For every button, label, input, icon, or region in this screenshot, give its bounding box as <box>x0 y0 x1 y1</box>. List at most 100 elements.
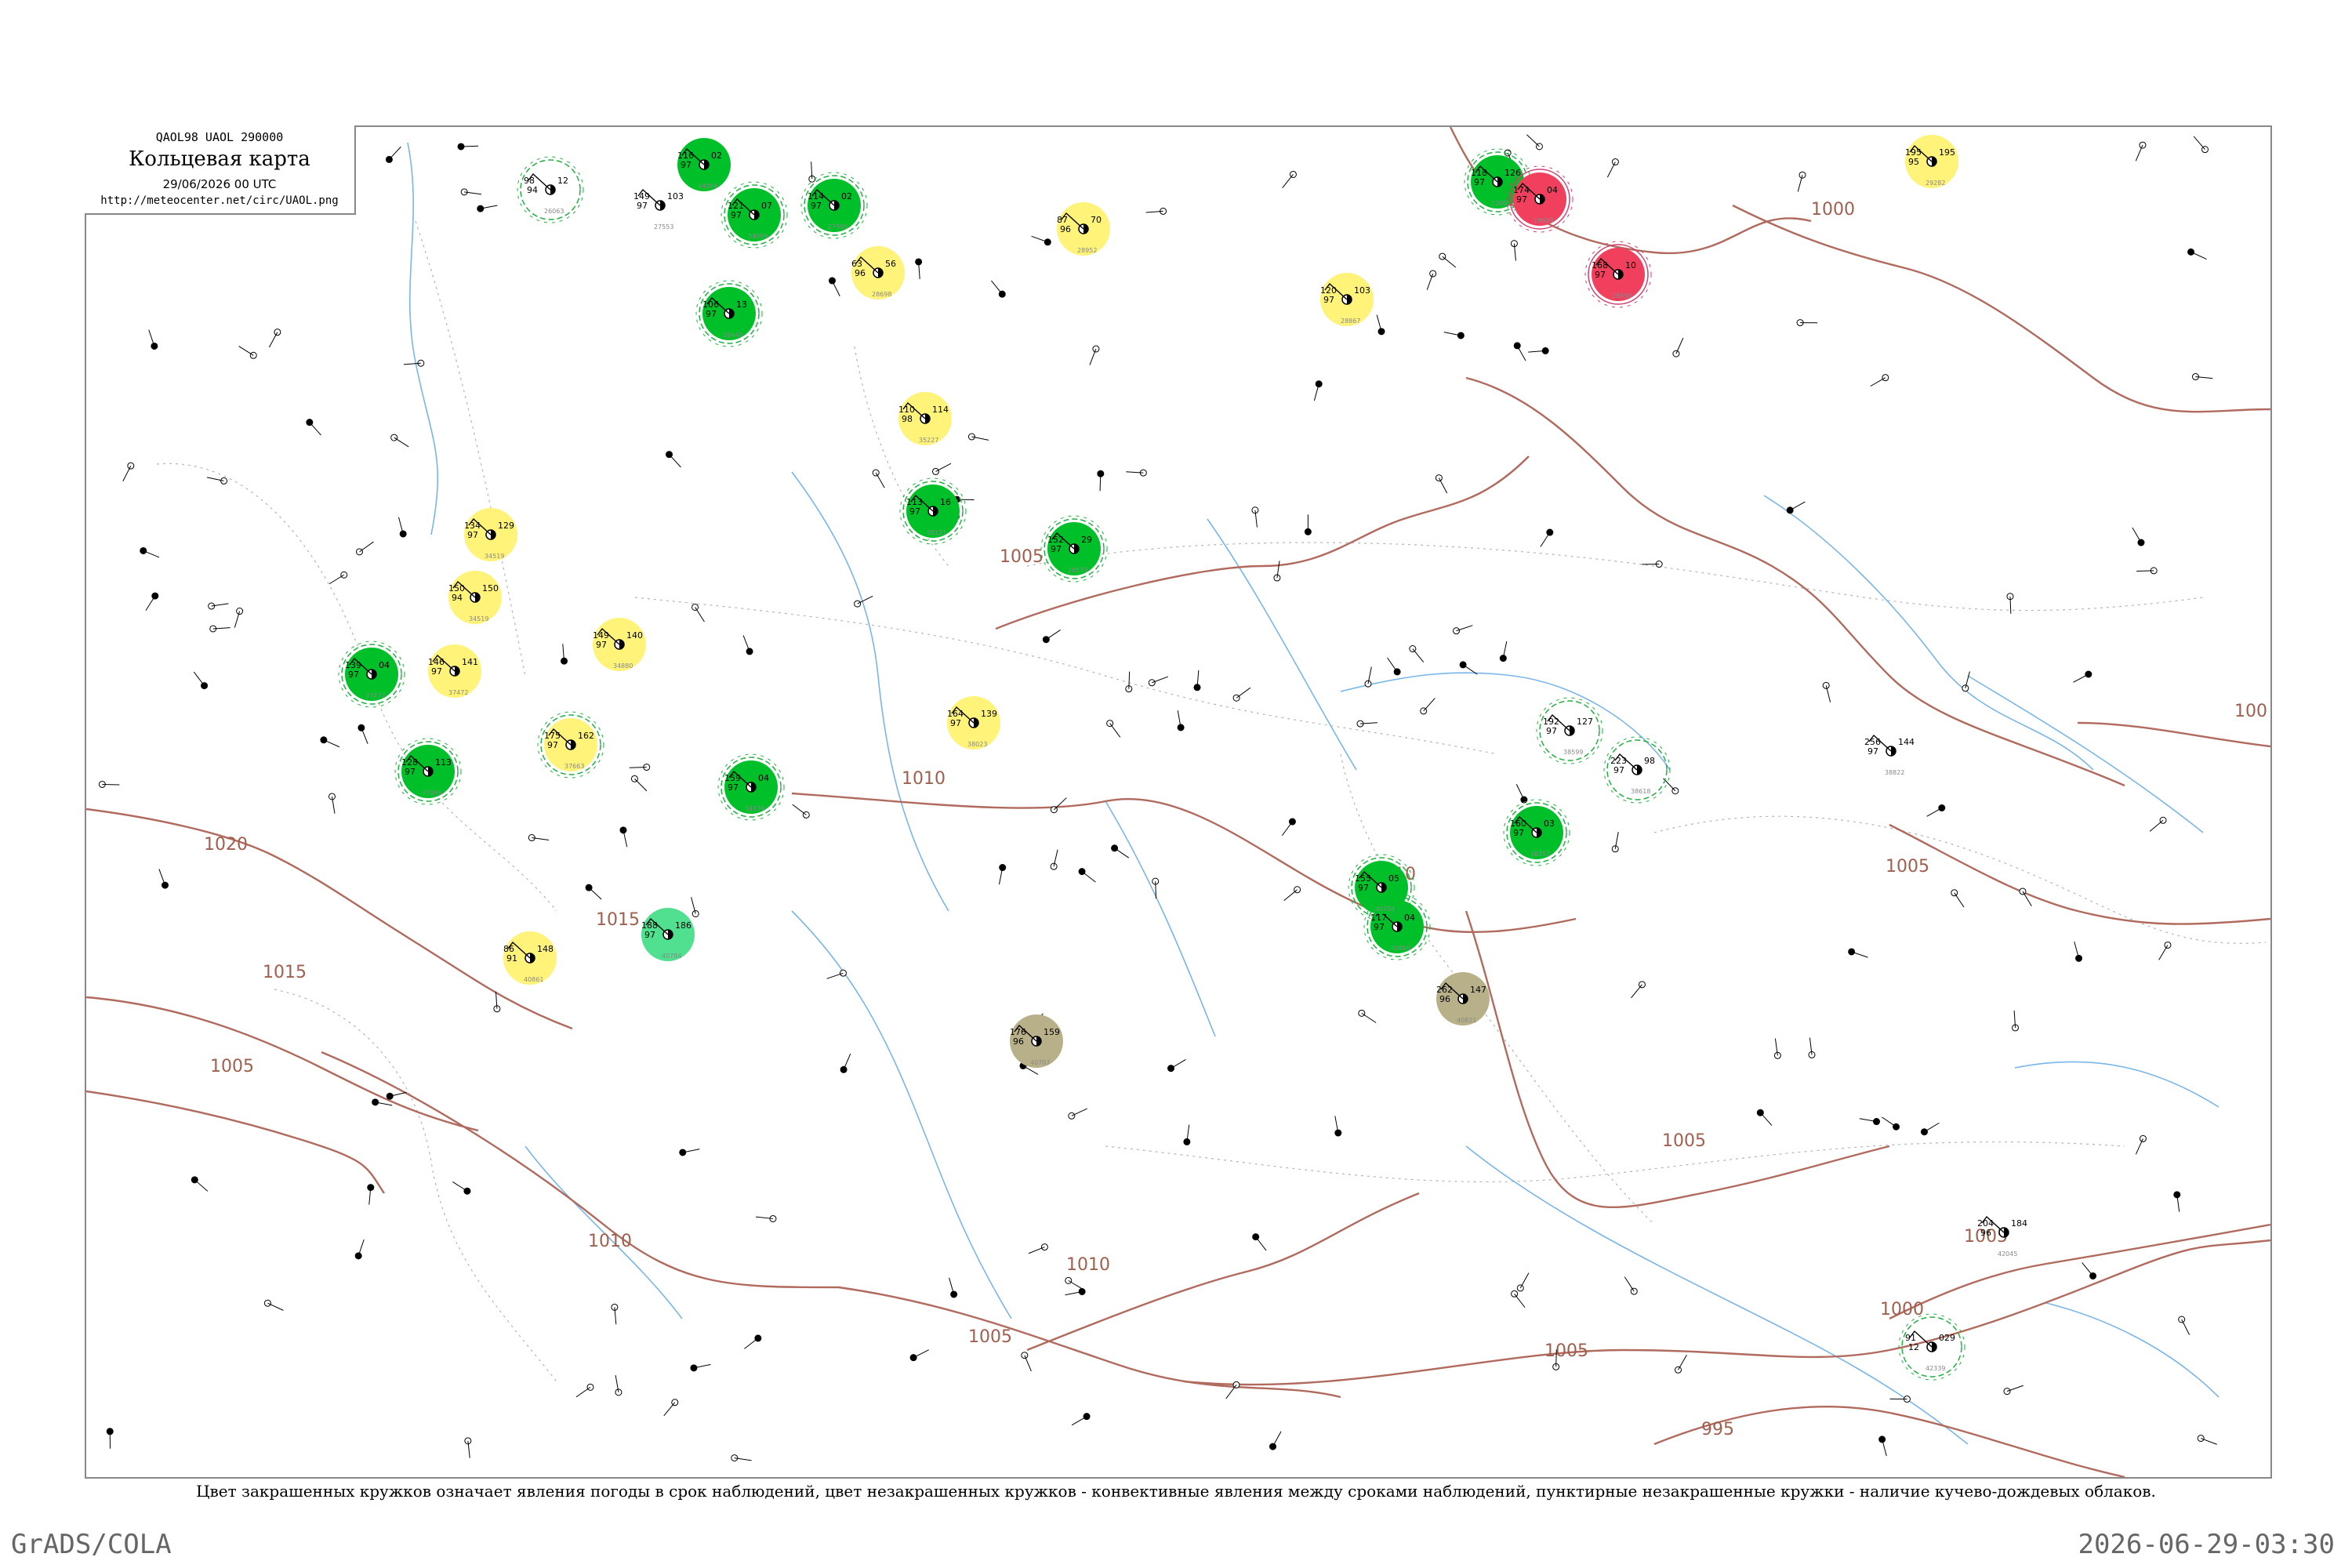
station-index: 28698 <box>872 291 891 298</box>
station-42339[interactable]: 911202942339 <box>1898 1313 1965 1381</box>
rivers <box>407 142 2220 1445</box>
station-pressure: 127 <box>1577 717 1593 727</box>
station-28440[interactable]: 106971328440 <box>695 280 763 347</box>
station-37099[interactable]: 1289711337099 <box>394 738 462 805</box>
wind-barb-icon <box>2132 527 2142 543</box>
wind-barb-icon <box>2190 251 2207 260</box>
station-35121[interactable]: 113971635121 <box>899 477 967 545</box>
station-index: 35227 <box>919 437 938 444</box>
wind-barb-icon <box>268 332 278 348</box>
station-index: 40800 <box>1391 945 1410 952</box>
station-index: 28698 <box>1534 217 1553 224</box>
wind-barb-icon <box>359 541 374 553</box>
isobar-label: 1005 <box>210 1057 254 1076</box>
wind-barb-icon <box>792 804 807 815</box>
wind-barb-icon <box>695 607 705 622</box>
wind-barb-icon <box>1675 337 1684 354</box>
station-pressure: 139 <box>981 709 997 719</box>
wind-barb-icon <box>663 1402 676 1417</box>
station-dewpoint: 96 <box>1013 1036 1024 1047</box>
station-34009[interactable]: 121970734009 <box>720 181 788 249</box>
station-38457[interactable]: 160970338457 <box>1503 799 1570 866</box>
station-35227[interactable]: 1109811435227 <box>898 392 952 445</box>
station-40754[interactable]: 155970540754 <box>1348 854 1415 921</box>
station-29282[interactable]: 1959519529282 <box>1905 135 1958 188</box>
station-27995[interactable]: 114970227995 <box>800 172 868 239</box>
station-pressure: 186 <box>675 920 691 931</box>
station-37472[interactable]: 1469714137472 <box>428 644 481 698</box>
station-40784[interactable]: 1889718640784 <box>641 908 695 961</box>
wind-barb-icon <box>1283 889 1298 902</box>
wind-barb-icon <box>452 1181 468 1192</box>
observation-time: 29/06/2026 00 UTC <box>162 177 277 191</box>
station-37472[interactable]: 139970437472 <box>338 641 405 708</box>
station-pressure: 04 <box>1547 185 1558 195</box>
wind-barb-icon <box>634 778 648 792</box>
station-pressure: 195 <box>1939 147 1955 158</box>
station-34519[interactable]: 1349712934519 <box>464 508 517 561</box>
wind-barb-icon <box>1519 1272 1530 1289</box>
station-index: 42045 <box>1998 1250 2017 1258</box>
station-42045[interactable]: 2049618442045 <box>1977 1215 2027 1258</box>
station-dot-icon <box>399 530 407 538</box>
station-pressure: 12 <box>557 176 568 186</box>
wind-barb-icon <box>1046 630 1061 641</box>
station-26063[interactable]: 98941226063 <box>517 156 584 223</box>
station-dewpoint: 96 <box>1060 224 1071 234</box>
background-station-marks <box>98 134 2217 1462</box>
source-url[interactable]: http://meteocenter.net/circ/UAOL.png <box>85 194 354 207</box>
station-34519[interactable]: 1509415034519 <box>448 571 502 624</box>
station-37663[interactable]: 1759716237663 <box>537 711 604 779</box>
station-index: 37663 <box>564 763 584 770</box>
station-dot-icon <box>872 469 880 477</box>
wind-barb-icon <box>1255 1236 1267 1251</box>
wind-barb-icon <box>122 465 132 481</box>
isobars <box>86 127 2270 1477</box>
station-index: 40784 <box>662 953 681 960</box>
station-pressure: 13 <box>736 299 747 310</box>
station-index: 34519 <box>485 553 504 560</box>
wind-barb-icon <box>193 671 205 686</box>
wind-barb-icon <box>1789 501 1806 511</box>
station-28573[interactable]: 152972928573 <box>1040 515 1108 583</box>
station-index: 28698 <box>1612 292 1632 299</box>
station-pressure: 02 <box>711 151 722 161</box>
wind-barb-icon <box>1114 848 1130 858</box>
wind-barb-icon <box>1926 808 1943 817</box>
station-dot-icon <box>249 351 257 359</box>
station-34139[interactable]: 159970434139 <box>717 753 785 821</box>
station-27553[interactable]: 1499710327553 <box>633 188 684 230</box>
station-34880[interactable]: 1499714034880 <box>593 618 646 671</box>
station-28698[interactable]: 168971028698 <box>1584 241 1652 308</box>
station-28867[interactable]: 1209710328867 <box>1320 273 1374 326</box>
wind-barb-icon <box>361 728 368 744</box>
station-28698[interactable]: 63965628698 <box>851 246 905 299</box>
station-40821[interactable]: 2629614740821 <box>1436 972 1490 1025</box>
legend-caption: Цвет закрашенных кружков означает явлени… <box>196 1482 2156 1501</box>
station-pressure: 140 <box>626 630 643 641</box>
wind-barb-icon <box>1028 1247 1045 1254</box>
station-index: 38599 <box>1563 749 1583 756</box>
station-28952[interactable]: 87967028952 <box>1057 202 1110 256</box>
station-38599[interactable]: 1929712738599 <box>1536 697 1603 764</box>
station-38023[interactable]: 1649713938023 <box>947 696 1000 750</box>
station-dot-icon <box>802 811 810 818</box>
wind-barb-icon <box>1109 723 1121 738</box>
station-40861[interactable]: 869114840861 <box>503 931 557 985</box>
isobar-label: 1005 <box>1662 1131 1706 1151</box>
station-dot-icon <box>1050 862 1058 870</box>
station-40707[interactable]: 1769615940707 <box>1010 1014 1063 1068</box>
station-dewpoint: 97 <box>467 530 478 540</box>
station-38822[interactable]: 2569714438822 <box>1864 734 1915 776</box>
wind-barb-icon <box>143 550 160 558</box>
station-index: 37472 <box>365 692 385 699</box>
station-index: 27553 <box>654 223 673 230</box>
weather-map[interactable]: 1020 1015 1005 1015 1010 1010 1005 1010 … <box>86 127 2270 1477</box>
station-dot-icon <box>263 1299 271 1307</box>
wind-barb-icon <box>1054 797 1067 811</box>
station-34009[interactable]: 116970234009 <box>677 138 731 191</box>
station-dewpoint: 97 <box>950 718 961 728</box>
wind-barb-icon <box>358 1239 365 1256</box>
station-dewpoint: 97 <box>1546 726 1557 736</box>
station-38618[interactable]: 223979838618 <box>1603 736 1671 804</box>
